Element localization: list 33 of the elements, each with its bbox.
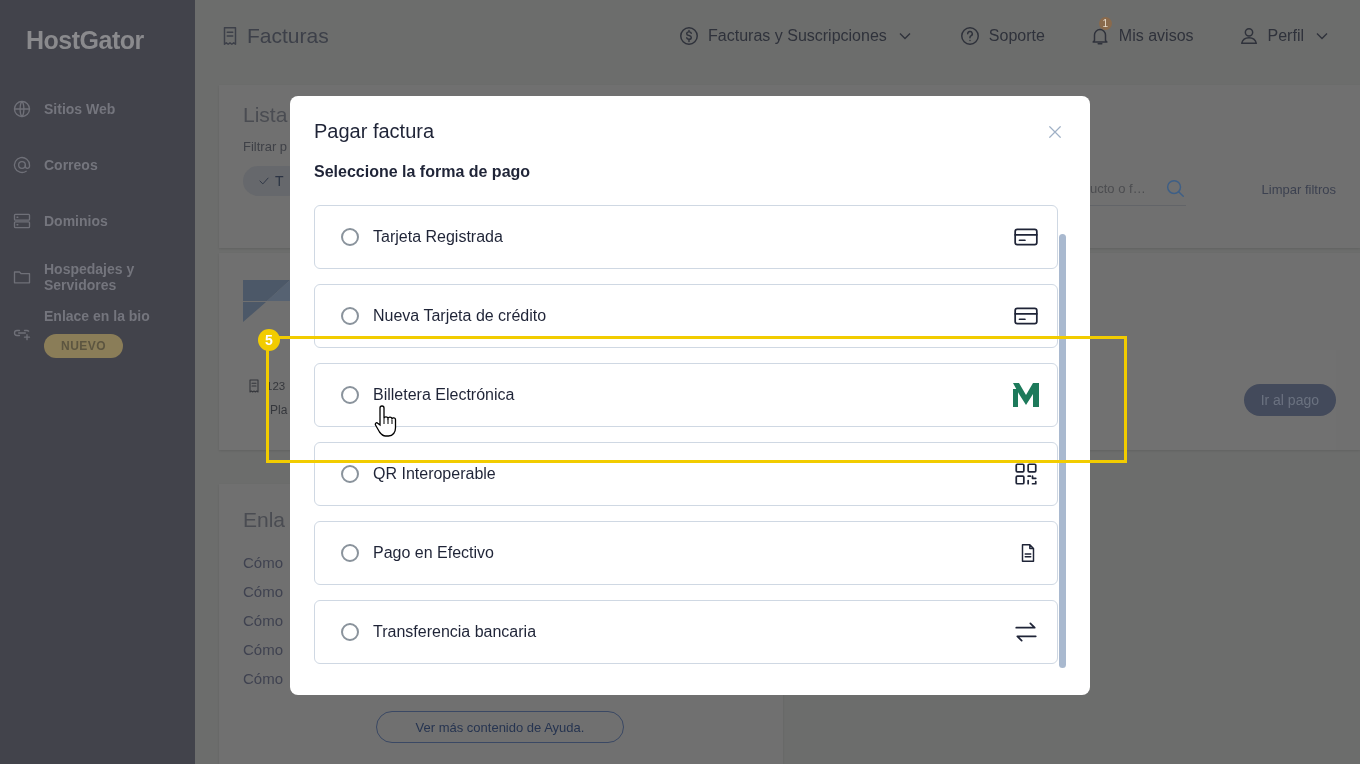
server-icon bbox=[12, 211, 32, 231]
dollar-icon bbox=[678, 25, 701, 47]
logo-icon bbox=[243, 280, 290, 322]
radio-button[interactable] bbox=[341, 386, 359, 404]
radio-button[interactable] bbox=[341, 544, 359, 562]
payment-option[interactable]: Transferencia bancaria bbox=[314, 600, 1058, 664]
radio-button[interactable] bbox=[341, 307, 359, 325]
at-sign-icon bbox=[12, 155, 32, 175]
qr-code-icon bbox=[1013, 461, 1039, 487]
payment-option[interactable]: Tarjeta Registrada bbox=[314, 205, 1058, 269]
nav-link[interactable]: Perfil bbox=[1267, 27, 1304, 45]
nav-link[interactable]: Soporte bbox=[988, 27, 1045, 45]
receipt-icon bbox=[246, 378, 262, 394]
payment-option[interactable]: Nueva Tarjeta de crédito bbox=[314, 284, 1058, 348]
search-icon bbox=[1164, 177, 1186, 199]
payment-option[interactable]: Pago en Efectivo bbox=[314, 521, 1058, 585]
nav-link[interactable]: Mis avisos bbox=[1118, 27, 1194, 45]
plan-label: Pla bbox=[269, 403, 288, 417]
brand-logo: HostGator bbox=[26, 26, 145, 55]
scrollbar[interactable] bbox=[1059, 234, 1066, 668]
transfer-arrows-icon bbox=[1013, 619, 1039, 645]
help-icon bbox=[958, 25, 981, 47]
globe-icon bbox=[12, 99, 32, 119]
dialog-title: Pagar factura bbox=[314, 120, 435, 143]
radio-button[interactable] bbox=[341, 623, 359, 641]
payment-option[interactable]: Billetera Electrónica bbox=[314, 363, 1058, 427]
dialog-subtitle: Seleccione la forma de pago bbox=[314, 163, 532, 181]
nav-link[interactable]: Facturas y Suscripciones bbox=[708, 27, 887, 45]
radio-button[interactable] bbox=[341, 228, 359, 246]
payment-option[interactable]: QR Interoperable bbox=[314, 442, 1058, 506]
m-logo-icon bbox=[1013, 383, 1039, 407]
radio-button[interactable] bbox=[341, 465, 359, 483]
notification-count: 1 bbox=[1098, 17, 1112, 30]
